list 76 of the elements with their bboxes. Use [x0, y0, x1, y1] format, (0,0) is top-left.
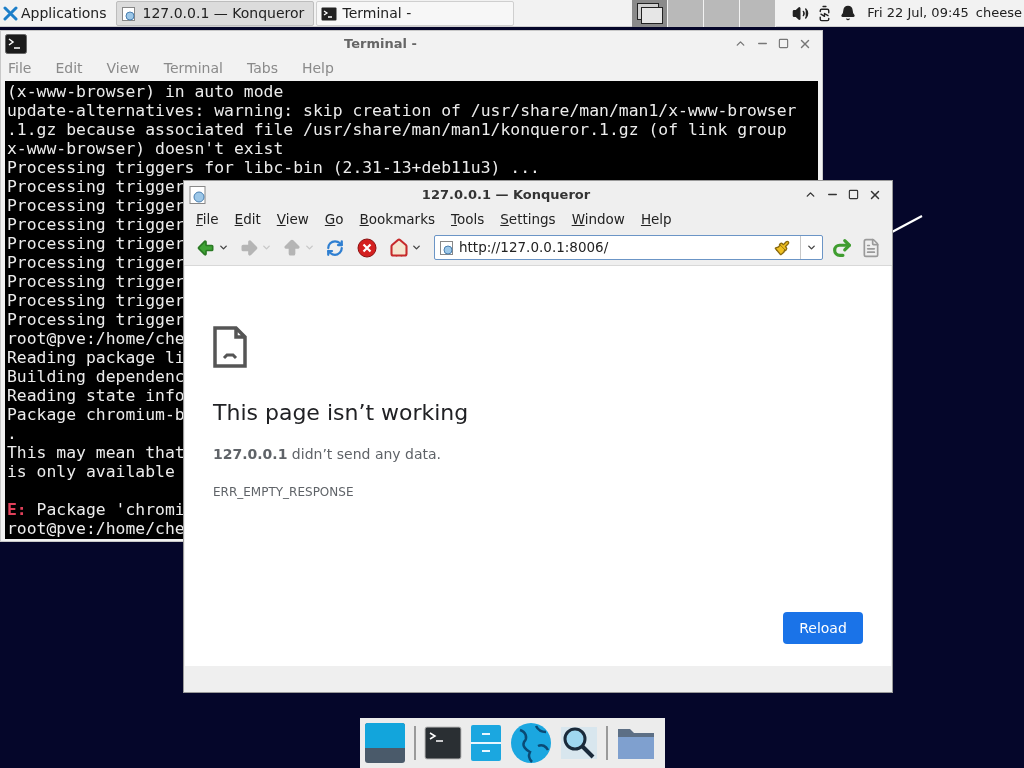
menu-item[interactable]: Tools: [451, 208, 485, 230]
terminal-line: is only available: [7, 462, 175, 481]
terminal-line: Processing trigger: [7, 177, 185, 196]
terminal-line: x-www-browser) doesn't exist: [7, 139, 284, 158]
sad-page-icon: [213, 326, 247, 368]
go-arrow-icon[interactable]: [831, 236, 853, 259]
terminal-line: Processing trigger: [7, 234, 185, 253]
taskbar-button[interactable]: Terminal -: [315, 1, 514, 26]
menu-item[interactable]: Bookmarks: [359, 208, 435, 230]
forward-arrow-icon: [239, 237, 259, 258]
user-name[interactable]: cheese: [975, 3, 1022, 23]
clock[interactable]: Fri 22 Jul, 09:45: [867, 3, 969, 23]
up-arrow-icon: [282, 237, 302, 258]
terminal-icon: [320, 5, 337, 22]
globe-icon[interactable]: [510, 722, 552, 764]
error-code: ERR_EMPTY_RESPONSE: [213, 484, 355, 501]
magnifier-icon[interactable]: [560, 724, 598, 762]
window-title: Terminal -: [343, 34, 418, 53]
volume-icon[interactable]: [792, 4, 810, 22]
terminal-line: (x-www-browser) in auto mode: [7, 82, 284, 101]
error-message: 127.0.0.1 didn’t send any data.: [213, 445, 443, 464]
terminal-line: Processing trigger: [7, 272, 185, 291]
terminal-line: This may mean that: [7, 443, 185, 462]
home-icon: [389, 237, 409, 258]
window-title: 127.0.0.1 — Konqueror: [420, 185, 592, 204]
terminal-line: Processing triggers for libc-bin (2.31-13+deb11u3) ...: [7, 158, 540, 177]
stop-icon: [357, 237, 377, 258]
terminal-icon[interactable]: [424, 724, 462, 762]
terminal-line: Processing trigger: [7, 196, 185, 215]
menu-item[interactable]: Help: [640, 208, 672, 230]
terminal-line: .: [7, 424, 17, 443]
terminal-line: Processing trigger: [7, 215, 185, 234]
terminal-line: Processing trigger: [7, 253, 185, 272]
error-heading: This page isn’t working: [213, 399, 470, 427]
page-globe-icon: [439, 239, 455, 256]
dropdown-caret-icon[interactable]: [218, 242, 229, 253]
wallpaper-swirl: [890, 214, 924, 234]
terminal-line: Processing trigger: [7, 310, 185, 329]
terminal-line: root@pve:/home/che: [7, 519, 185, 538]
terminal-line: Reading package li: [7, 348, 185, 367]
workspace-thumbnail[interactable]: [631, 0, 668, 27]
toolbar-button[interactable]: [355, 235, 379, 260]
workspace-thumbnail[interactable]: [703, 0, 740, 27]
terminal-icon: [5, 33, 27, 54]
workspace-thumbnail[interactable]: [667, 0, 704, 27]
terminal-line: update-alternatives: warning: skip creation of /usr/share/man/man1/x-www-browser: [7, 101, 797, 120]
menu-item[interactable]: Window: [571, 208, 625, 230]
dropdown-caret-icon[interactable]: [411, 242, 422, 253]
address-bar[interactable]: http://127.0.0.1:8006/: [434, 235, 823, 260]
menu-item[interactable]: Edit: [234, 208, 261, 230]
applications-menu[interactable]: Applications: [0, 0, 110, 26]
menu-item[interactable]: File: [196, 208, 219, 230]
taskbar-button[interactable]: 127.0.0.1 — Konqueror: [115, 1, 314, 26]
terminal-line: Package chromium-b: [7, 405, 185, 424]
terminal-line: Building dependenc: [7, 367, 185, 386]
terminal-line: Reading state info: [7, 386, 185, 405]
url-field[interactable]: http://127.0.0.1:8006/: [459, 237, 774, 258]
file-cabinet-icon[interactable]: [470, 724, 502, 762]
terminal-line: .1.gz because associated file /usr/share/man/man1/konqueror.1.gz (of link group: [7, 120, 787, 139]
dropdown-caret-icon[interactable]: [806, 242, 817, 253]
reload-button[interactable]: Reload: [783, 612, 863, 644]
terminal-line: E: Package 'chromi: [7, 499, 185, 519]
menu-item[interactable]: View: [276, 208, 309, 230]
terminal-line: root@pve:/home/che: [7, 329, 185, 348]
back-arrow-icon: [196, 237, 216, 258]
menu-item[interactable]: Settings: [500, 208, 556, 230]
maximize-icon[interactable]: [848, 189, 859, 200]
notification-bell-icon[interactable]: [840, 5, 857, 21]
terminal-line: Processing trigger: [7, 291, 185, 310]
reload-icon: [326, 238, 344, 257]
clear-broom-icon[interactable]: [774, 239, 790, 256]
page-globe-icon: [120, 5, 137, 22]
workspace-thumbnail[interactable]: [739, 0, 776, 27]
page-globe-icon: [188, 184, 208, 205]
menu-item[interactable]: Go: [324, 208, 344, 230]
show-desktop-icon[interactable]: [364, 722, 406, 764]
